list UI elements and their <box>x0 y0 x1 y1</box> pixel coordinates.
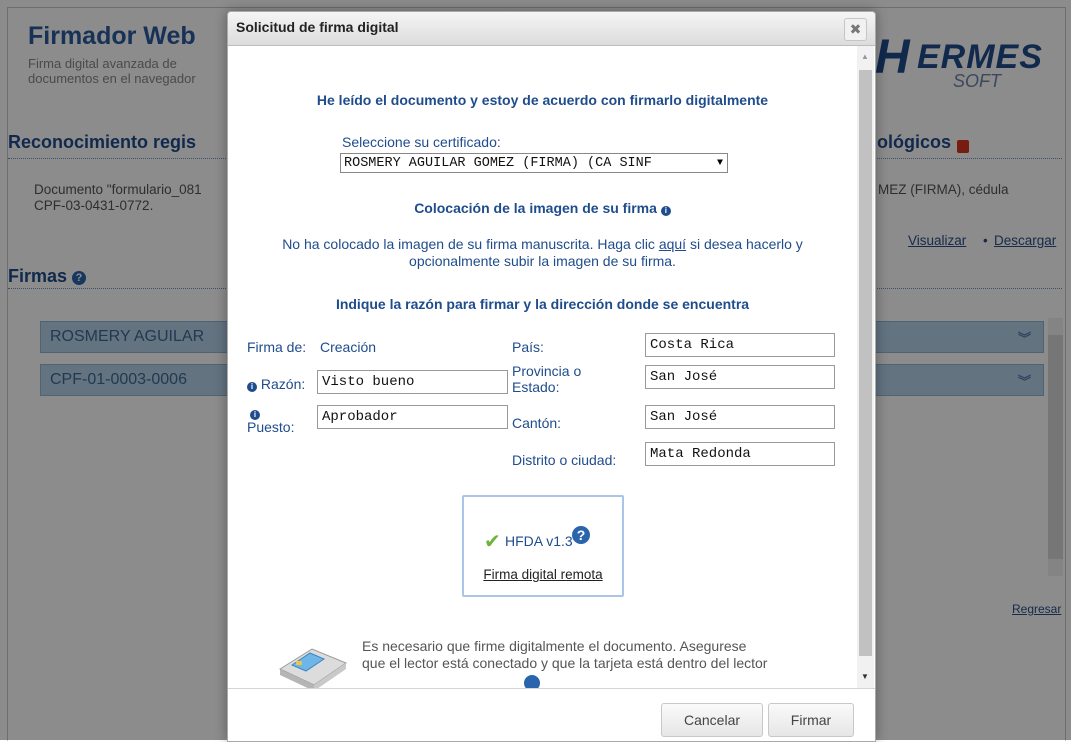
certificate-selected-value: ROSMERY AGUILAR GOMEZ (FIRMA) (CA SINF <box>344 156 652 171</box>
card-reader-icon <box>278 648 348 688</box>
hfda-signing-option[interactable]: ✔ HFDA v1.3 ? Firma digital remota <box>462 495 624 597</box>
pais-input[interactable]: Costa Rica <box>645 333 835 357</box>
dialog-footer: Cancelar Firmar <box>228 688 875 741</box>
signature-request-dialog: Solicitud de firma digital ✖ He leído el… <box>227 11 876 742</box>
sign-button[interactable]: Firmar <box>768 703 854 737</box>
help-icon[interactable]: ? <box>572 526 590 544</box>
signature-image-text-pre: No ha colocado la imagen de su firma man… <box>282 236 659 252</box>
agree-heading: He leído el documento y estoy de acuerdo… <box>316 92 769 108</box>
scroll-down-arrow-icon[interactable]: ▼ <box>861 672 869 681</box>
signature-image-heading: Colocación de la imagen de su firma i <box>228 200 857 216</box>
firma-de-label: Firma de: <box>247 339 307 355</box>
dropdown-caret-icon: ▼ <box>716 158 723 169</box>
info-icon[interactable]: i <box>660 206 671 216</box>
reason-heading: Indique la razón para firmar y la direcc… <box>335 296 750 312</box>
firma-remota-link[interactable]: Firma digital remota <box>464 567 622 582</box>
dialog-scrollbar-track[interactable]: ▲ ▼ <box>857 46 874 688</box>
info-icon[interactable]: i <box>247 382 257 392</box>
distrito-input[interactable]: Mata Redonda <box>645 442 835 466</box>
close-icon[interactable]: ✖ <box>844 18 867 41</box>
reader-text-line-2: que el lector está conectado y que la ta… <box>362 655 768 671</box>
signature-image-text-line-1: No ha colocado la imagen de su firma man… <box>228 236 857 252</box>
puesto-input[interactable]: Aprobador <box>317 405 508 429</box>
signature-image-text-line-2: opcionalmente subir la imagen de su firm… <box>409 253 676 269</box>
scroll-up-arrow-icon[interactable]: ▲ <box>861 52 869 61</box>
certificate-select[interactable]: ROSMERY AGUILAR GOMEZ (FIRMA) (CA SINF ▼ <box>340 153 728 173</box>
canton-label: Cantón: <box>512 415 562 431</box>
hfda-version-label: HFDA v1.3 <box>505 533 573 549</box>
signature-image-aqui-link[interactable]: aquí <box>659 236 686 252</box>
reader-text-line-1: Es necesario que firme digitalmente el d… <box>362 638 747 654</box>
razon-label: Razón: <box>260 376 306 392</box>
cancel-button[interactable]: Cancelar <box>661 703 763 737</box>
provincia-label-line-2: Estado: <box>512 379 560 395</box>
provincia-label-line-1: Provincia o <box>512 363 582 379</box>
signature-image-heading-text: Colocación de la imagen de su firma <box>414 200 657 216</box>
checkmark-icon: ✔ <box>484 531 501 553</box>
distrito-label: Distrito o ciudad: <box>512 452 617 468</box>
help-icon[interactable] <box>524 675 540 688</box>
signature-image-text-post: si desea hacerlo y <box>686 236 803 252</box>
puesto-label: Puesto: <box>247 419 295 435</box>
razon-label-wrap: i Razón: <box>247 376 305 392</box>
canton-input[interactable]: San José <box>645 405 835 429</box>
certificate-label: Seleccione su certificado: <box>342 134 501 150</box>
firma-de-value: Creación <box>320 339 377 355</box>
razon-input[interactable]: Visto bueno <box>317 370 508 394</box>
dialog-header[interactable]: Solicitud de firma digital ✖ <box>228 12 875 46</box>
pais-label: País: <box>512 339 544 355</box>
dialog-title: Solicitud de firma digital <box>236 19 399 35</box>
dialog-body: He leído el documento y estoy de acuerdo… <box>228 46 857 688</box>
dialog-scrollbar-thumb[interactable] <box>859 70 872 656</box>
provincia-input[interactable]: San José <box>645 365 835 389</box>
puesto-info-icon-wrap: i <box>250 404 260 420</box>
